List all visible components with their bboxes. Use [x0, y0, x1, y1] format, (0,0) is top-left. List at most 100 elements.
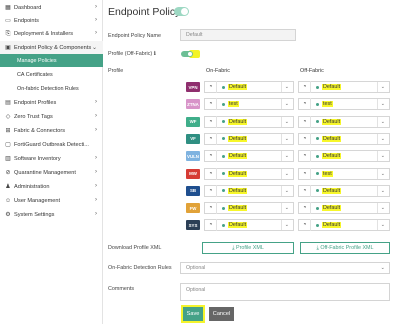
status-dot: [316, 154, 319, 158]
save-button[interactable]: Save: [181, 305, 205, 323]
sidebar-subitem-manage-policies[interactable]: Manage Policies: [0, 54, 103, 67]
sidebar-item-endpoint-policy[interactable]: ▣ Endpoint Policy & Components ⌄: [0, 41, 103, 54]
policy-name-input[interactable]: Default: [180, 29, 296, 41]
off-fabric-value: test: [322, 170, 333, 177]
on-fabric-select[interactable]: ◔ Default ⌄: [204, 115, 294, 128]
profile-offfabric-toggle[interactable]: [181, 51, 193, 57]
profile-xml-button[interactable]: ⤓ Profile XML: [202, 242, 294, 254]
chevron-down-icon: ⌄: [284, 84, 289, 90]
profile-type-icon: ◔: [299, 98, 311, 111]
profile-type-icon: ◔: [299, 132, 311, 145]
profile-type-icon: ◔: [299, 184, 311, 197]
status-dot: [222, 172, 225, 175]
profile-type-tag: ZTNA: [186, 99, 200, 110]
chevron-down-icon: ⌄: [380, 101, 385, 108]
on-fabric-value: Default: [228, 170, 248, 177]
sidebar-subitem-detection-rules[interactable]: On-fabric Detection Rules: [0, 82, 103, 95]
policy-enable-toggle[interactable]: [174, 7, 189, 16]
sidebar-item-deployment[interactable]: ⎘ Deployment & Installers ›: [0, 27, 103, 40]
profile-type-icon: ◔: [299, 115, 311, 128]
chevron-down-icon: ⌄: [91, 45, 97, 51]
profile-type-tag: VF: [186, 133, 200, 144]
on-fabric-select[interactable]: ◔ Default ⌄: [204, 184, 294, 197]
chevron-down-icon: ⌄: [380, 187, 385, 194]
status-dot: [222, 137, 225, 141]
profile-row: SYS ◔ Default ⌄ ◔ Default ⌄: [104, 218, 400, 233]
off-fabric-value: Default: [322, 205, 342, 212]
sidebar-item-endpoint-profiles[interactable]: ▤ Endpoint Profiles ›: [0, 96, 103, 109]
sidebar-item-dashboard[interactable]: ▦ Dashboard ›: [0, 1, 103, 14]
on-fabric-select[interactable]: ◔ Default ⌄: [204, 167, 294, 180]
off-fabric-select[interactable]: ◔ Default ⌄: [298, 150, 390, 163]
off-fabric-select[interactable]: ◔ Default ⌄: [298, 81, 390, 93]
chevron-down-icon: ⌄: [284, 135, 289, 142]
sidebar-item-endpoints[interactable]: ▭ Endpoints ›: [0, 14, 103, 27]
sidebar-item-fabric-connectors[interactable]: ⊞ Fabric & Connectors ›: [0, 124, 103, 137]
off-fabric-select[interactable]: ◔ Default ⌄: [298, 115, 390, 128]
sidebar-item-label: System Settings: [14, 211, 55, 218]
sidebar-item-label: Fabric & Connectors: [14, 127, 65, 134]
chevron-down-icon: ⌄: [380, 170, 385, 177]
sidebar: ▦ Dashboard › ▭ Endpoints › ⎘ Deployment & In…: [0, 0, 103, 324]
off-fabric-select[interactable]: ◔ test ⌄: [298, 167, 390, 180]
comments-textarea[interactable]: Optional: [180, 283, 390, 301]
sidebar-item-label: Endpoint Policy & Components: [14, 44, 92, 51]
dashboard-icon: ▦: [5, 4, 11, 11]
sidebar-item-administration[interactable]: ♟ Administration ›: [0, 180, 103, 193]
sidebar-item-system-settings[interactable]: ⚙ System Settings ›: [0, 208, 103, 221]
detection-rules-select[interactable]: Optional ⌄: [180, 262, 390, 274]
offfabric-xml-button[interactable]: ⤓ Off-Fabric Profile XML: [300, 242, 390, 254]
tag-icon: ◇: [5, 113, 11, 120]
profile-type-tag: SB: [186, 185, 200, 196]
sidebar-item-user-management[interactable]: ☺ User Management ›: [0, 194, 103, 207]
gear-icon: ⚙: [5, 211, 11, 218]
profile-type-icon: ◔: [205, 81, 217, 93]
chevron-down-icon: ⌄: [380, 222, 385, 229]
detection-placeholder: Optional: [186, 265, 206, 271]
sidebar-item-label: Endpoint Profiles: [14, 99, 57, 106]
on-fabric-select[interactable]: ◔ Default ⌄: [204, 150, 294, 163]
off-fabric-select[interactable]: ◔ Default ⌄: [298, 219, 390, 232]
on-fabric-select[interactable]: ◔ Default ⌄: [204, 132, 294, 145]
status-dot: [222, 102, 225, 106]
sidebar-item-quarantine[interactable]: ⊘ Quarantine Management ›: [0, 166, 103, 179]
profile-type-icon: ◔: [205, 115, 217, 128]
chevron-down-icon: ⌄: [380, 153, 385, 160]
on-fabric-select[interactable]: ◔ Default ⌄: [204, 81, 294, 93]
profiles-icon: ▤: [5, 99, 11, 106]
off-fabric-select[interactable]: ◔ Default ⌄: [298, 184, 390, 197]
status-dot: [316, 172, 319, 175]
on-fabric-select[interactable]: ◔ Default ⌄: [204, 202, 294, 215]
on-fabric-select[interactable]: ◔ test ⌄: [204, 98, 294, 111]
profile-offfabric-text: Profile (Off-Fabric): [108, 51, 153, 57]
chevron-right-icon: ›: [95, 30, 97, 36]
profile-type-tag: FW: [186, 203, 200, 214]
chevron-down-icon: ⌄: [284, 153, 289, 160]
main-content: Endpoint Policy Endpoint Policy Name Def…: [104, 0, 400, 324]
off-fabric-value: Default: [322, 153, 342, 160]
cancel-button[interactable]: Cancel: [209, 307, 234, 321]
sidebar-subitem-ca-certificates[interactable]: CA Certificates: [0, 68, 103, 81]
sidebar-item-software-inventory[interactable]: ▥ Software Inventory ›: [0, 152, 103, 165]
status-dot: [222, 154, 225, 158]
off-fabric-value: Default: [322, 118, 342, 125]
off-fabric-select[interactable]: ◔ Default ⌄: [298, 132, 390, 145]
off-fabric-select[interactable]: ◔ Default ⌄: [298, 202, 390, 215]
off-fabric-select[interactable]: ◔ test ⌄: [298, 98, 390, 111]
on-fabric-select[interactable]: ◔ Default ⌄: [204, 219, 294, 232]
policy-name-label: Endpoint Policy Name: [108, 33, 162, 39]
chevron-down-icon: ⌄: [284, 170, 289, 177]
chevron-down-icon: ⌄: [284, 222, 289, 229]
profile-type-icon: ◔: [299, 81, 311, 93]
chevron-right-icon: ›: [95, 99, 97, 105]
status-dot: [222, 223, 225, 227]
chevron-down-icon: ⌄: [284, 205, 289, 212]
sidebar-item-zero-trust-tags[interactable]: ◇ Zero Trust Tags ›: [0, 110, 103, 123]
sidebar-item-outbreak-detection[interactable]: ▢ FortiGuard Outbreak Detecti...: [0, 138, 103, 151]
outbreak-icon: ▢: [5, 141, 11, 148]
on-fabric-header: On-Fabric: [206, 68, 230, 74]
comments-label: Comments: [108, 286, 135, 292]
comments-placeholder: Optional: [186, 287, 206, 293]
on-fabric-value: Default: [228, 135, 248, 142]
status-dot: [316, 206, 319, 210]
